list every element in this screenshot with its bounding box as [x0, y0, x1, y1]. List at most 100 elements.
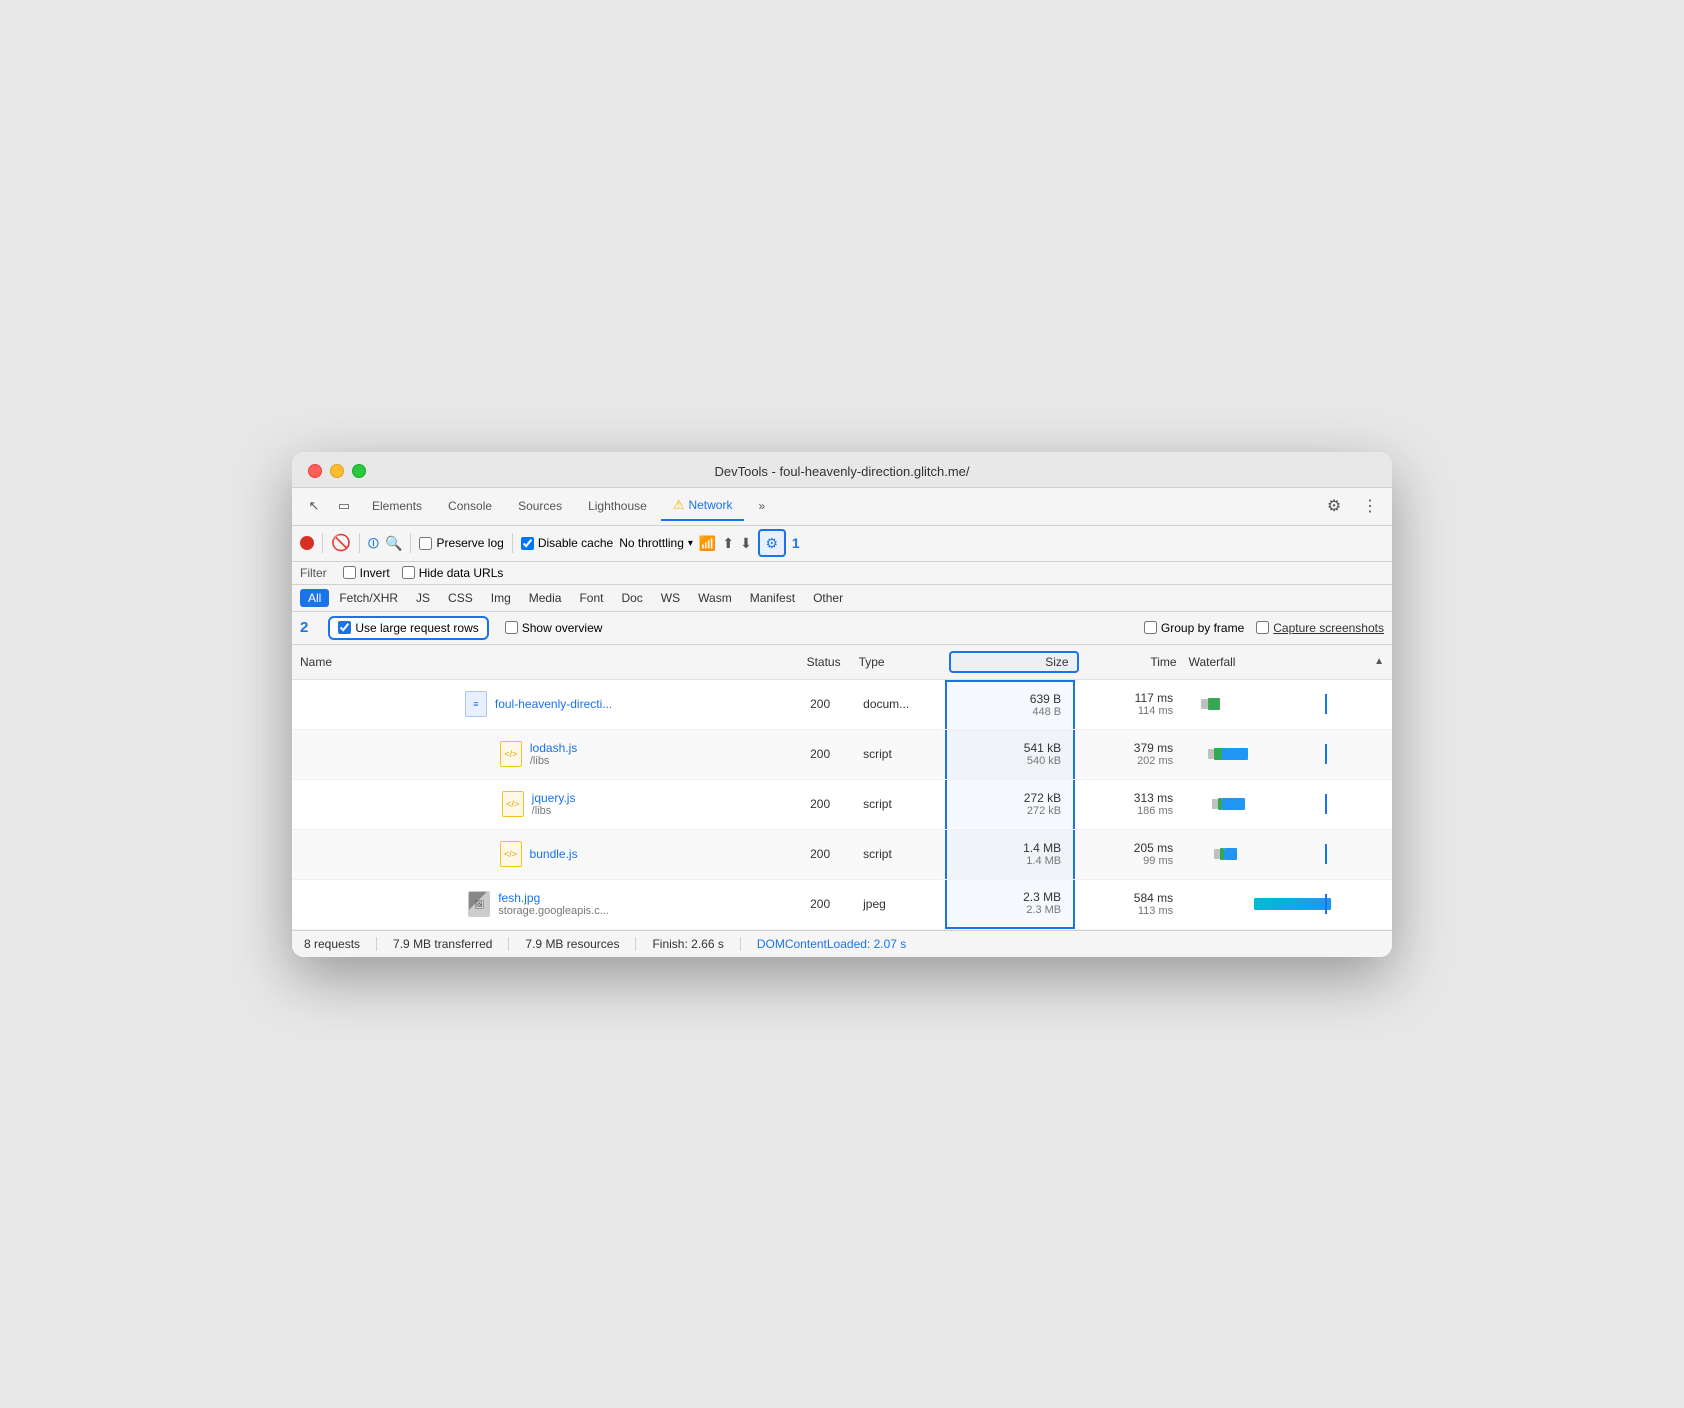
cell-waterfall-4 — [1185, 880, 1392, 929]
type-css[interactable]: CSS — [440, 589, 481, 607]
row-name-1: lodash.js — [530, 741, 577, 755]
tab-network[interactable]: ⚠ Network — [661, 491, 745, 521]
wf-timeline-line — [1325, 794, 1327, 814]
wf-recv-bar — [1208, 698, 1219, 710]
record-button[interactable] — [300, 536, 314, 550]
minimize-button[interactable] — [330, 464, 344, 478]
separator-1 — [322, 533, 323, 553]
wf-recv-blue — [1222, 798, 1245, 810]
cell-time-0: 117 ms 114 ms — [1075, 680, 1185, 729]
type-all[interactable]: All — [300, 589, 329, 607]
tab-more[interactable]: » — [746, 493, 777, 519]
group-by-frame-checkbox[interactable]: Group by frame — [1144, 621, 1244, 635]
type-other[interactable]: Other — [805, 589, 851, 607]
wf-wait-bar — [1201, 699, 1209, 709]
type-doc[interactable]: Doc — [613, 589, 650, 607]
window-title: DevTools - foul-heavenly-direction.glitc… — [714, 464, 969, 479]
table-row[interactable]: </> bundle.js 200 script 1.4 MB 1.4 MB 2… — [292, 830, 1392, 880]
more-options-icon[interactable]: ⋮ — [1356, 492, 1384, 520]
cell-name-2: </> jquery.js /libs — [292, 780, 785, 829]
maximize-button[interactable] — [352, 464, 366, 478]
wf-timeline-line — [1325, 744, 1327, 764]
table-row[interactable]: </> jquery.js /libs 200 script 272 kB 27… — [292, 780, 1392, 830]
row-name-2: jquery.js — [532, 791, 576, 805]
table-row[interactable]: </> lodash.js /libs 200 script 541 kB 54… — [292, 730, 1392, 780]
type-fetch-xhr[interactable]: Fetch/XHR — [331, 589, 406, 607]
tab-console[interactable]: Console — [436, 493, 504, 519]
col-header-status[interactable]: Status — [789, 655, 859, 669]
annotation-2: 2 — [300, 619, 308, 636]
show-overview-checkbox[interactable]: Show overview — [505, 621, 603, 635]
close-button[interactable] — [308, 464, 322, 478]
filter-bar: Filter Invert Hide data URLs — [292, 562, 1392, 585]
download-icon[interactable]: ⬇ — [740, 535, 752, 552]
script-icon: </> — [500, 841, 522, 867]
tab-lighthouse[interactable]: Lighthouse — [576, 493, 659, 519]
tab-sources[interactable]: Sources — [506, 493, 574, 519]
type-font[interactable]: Font — [571, 589, 611, 607]
clear-button[interactable]: 🚫 — [331, 533, 351, 553]
use-large-rows-checkbox[interactable]: Use large request rows — [328, 616, 488, 640]
warning-icon: ⚠ — [673, 497, 685, 513]
inspect-icon[interactable]: ▭ — [330, 492, 358, 520]
table-header: Name Status Type Size Time Waterfall ▲ — [292, 645, 1392, 680]
cell-time-2: 313 ms 186 ms — [1075, 780, 1185, 829]
badge-1: 1 — [792, 535, 800, 551]
type-media[interactable]: Media — [521, 589, 570, 607]
cell-type-1: script — [855, 730, 945, 779]
type-img[interactable]: Img — [483, 589, 519, 607]
status-resources: 7.9 MB resources — [525, 937, 636, 951]
wifi-icon: 📶 — [699, 535, 716, 552]
filter-button[interactable]: ⏼ — [368, 535, 379, 552]
table-row[interactable]: 🖼 fesh.jpg storage.googleapis.c... 200 j… — [292, 880, 1392, 930]
cell-time-4: 584 ms 113 ms — [1075, 880, 1185, 929]
cursor-icon[interactable]: ↖ — [300, 492, 328, 520]
row-name-3: bundle.js — [530, 847, 578, 861]
cell-name-1: </> lodash.js /libs — [292, 730, 785, 779]
cell-size-3: 1.4 MB 1.4 MB — [945, 830, 1075, 879]
col-header-type[interactable]: Type — [859, 655, 949, 669]
cell-name-3: </> bundle.js — [292, 830, 785, 879]
col-header-size[interactable]: Size — [949, 651, 1079, 673]
wf-timeline-line — [1325, 844, 1327, 864]
preserve-log-checkbox[interactable]: Preserve log — [419, 536, 503, 550]
tab-elements[interactable]: Elements — [360, 493, 434, 519]
col-header-name[interactable]: Name — [300, 655, 789, 669]
capture-screenshots-checkbox[interactable]: Capture screenshots — [1256, 621, 1384, 635]
cell-time-3: 205 ms 99 ms — [1075, 830, 1185, 879]
chevron-down-icon: ▾ — [688, 538, 693, 549]
options-right: Group by frame Capture screenshots — [1144, 621, 1384, 635]
cell-size-2: 272 kB 272 kB — [945, 780, 1075, 829]
separator-3 — [410, 533, 411, 553]
col-header-time[interactable]: Time — [1079, 655, 1189, 669]
hide-data-urls-checkbox[interactable]: Hide data URLs — [402, 566, 504, 580]
cell-type-3: script — [855, 830, 945, 879]
cell-status-3: 200 — [785, 830, 855, 879]
doc-icon: ≡ — [465, 691, 487, 717]
wf-recv-blue — [1224, 848, 1237, 860]
cell-size-4: 2.3 MB 2.3 MB — [945, 880, 1075, 929]
search-button[interactable]: 🔍 — [385, 535, 402, 552]
network-settings-button[interactable]: ⚙ — [758, 529, 786, 557]
type-manifest[interactable]: Manifest — [742, 589, 803, 607]
disable-cache-checkbox[interactable]: Disable cache — [521, 536, 613, 550]
invert-checkbox[interactable]: Invert — [343, 566, 390, 580]
settings-icon[interactable]: ⚙ — [1320, 492, 1348, 520]
cell-waterfall-0 — [1185, 680, 1392, 729]
devtools-window: DevTools - foul-heavenly-direction.glitc… — [292, 452, 1392, 957]
cell-size-0: 639 B 448 B — [945, 680, 1075, 729]
type-js[interactable]: JS — [408, 589, 438, 607]
type-wasm[interactable]: Wasm — [690, 589, 740, 607]
type-ws[interactable]: WS — [653, 589, 688, 607]
table-row[interactable]: ≡ foul-heavenly-directi... 200 docum... … — [292, 680, 1392, 730]
col-header-waterfall[interactable]: Waterfall ▲ — [1189, 655, 1384, 669]
throttling-dropdown[interactable]: No throttling ▾ — [619, 536, 693, 550]
filter-checkboxes: Invert Hide data URLs — [343, 566, 504, 580]
cell-size-1: 541 kB 540 kB — [945, 730, 1075, 779]
sort-asc-icon: ▲ — [1374, 656, 1384, 667]
upload-icon[interactable]: ⬆ — [722, 535, 734, 552]
row-url-2: /libs — [532, 805, 576, 817]
options-bar: 2 Use large request rows Show overview G… — [292, 612, 1392, 645]
tab-list: ↖ ▭ Elements Console Sources Lighthouse … — [300, 491, 1320, 521]
row-name-4: fesh.jpg — [498, 891, 609, 905]
